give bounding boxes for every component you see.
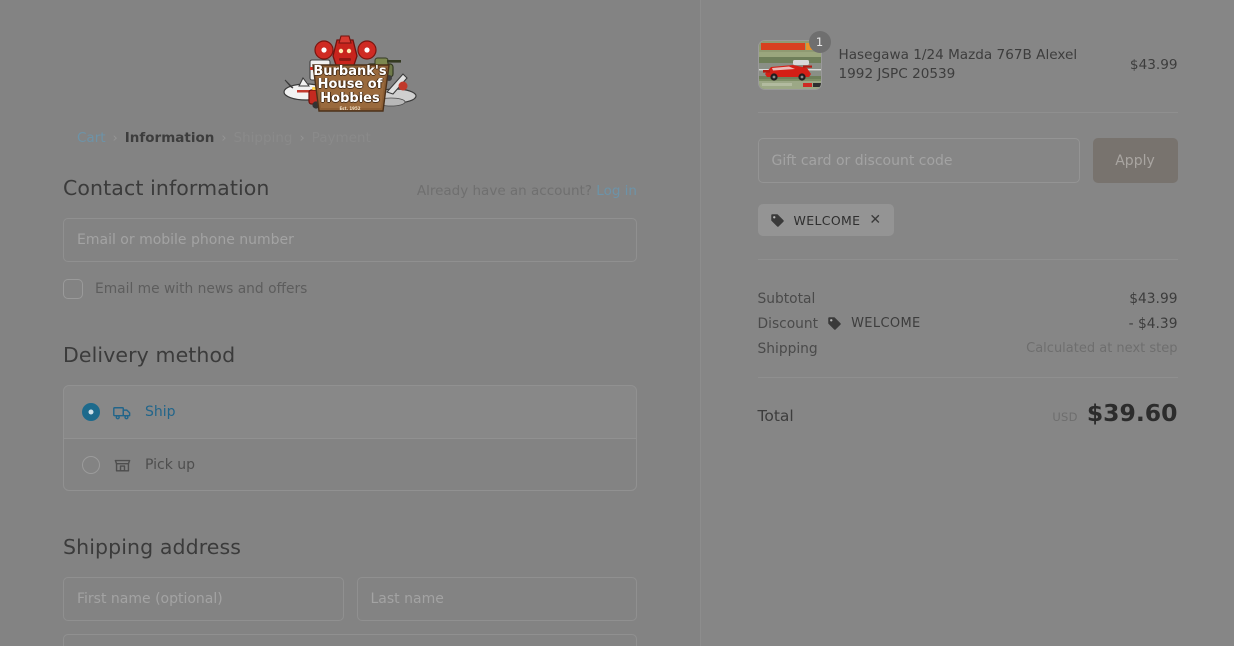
name-fields-row bbox=[63, 577, 637, 621]
breadcrumb-item-payment: Payment bbox=[311, 130, 371, 146]
account-prompt-text: Already have an account? bbox=[416, 183, 592, 199]
subtotal-value: $43.99 bbox=[1129, 290, 1178, 307]
subtotal-label: Subtotal bbox=[757, 290, 816, 307]
discount-code-input[interactable] bbox=[757, 138, 1080, 183]
chevron-right-icon: › bbox=[112, 130, 118, 146]
tag-icon bbox=[827, 316, 842, 331]
totals-row-shipping: Shipping Calculated at next step bbox=[758, 336, 1178, 361]
address-input[interactable] bbox=[63, 634, 637, 646]
totals-row-discount: Discount WELCOME - $4.39 bbox=[758, 311, 1178, 336]
order-line-item: 1 Hasegawa 1/24 Mazda 767B Alexel 1992 J… bbox=[757, 31, 1178, 112]
delivery-option-ship[interactable]: Ship bbox=[64, 386, 636, 438]
order-summary-panel: 1 Hasegawa 1/24 Mazda 767B Alexel 1992 J… bbox=[700, 0, 1234, 646]
checkout-page: Burbank's House of Hobbies Est. 1952 Car… bbox=[0, 0, 1234, 646]
apply-discount-button[interactable]: Apply bbox=[1092, 138, 1178, 183]
tag-icon bbox=[770, 213, 785, 228]
breadcrumb: Cart › Information › Shipping › Payment bbox=[63, 130, 637, 146]
discount-applied-code: WELCOME bbox=[851, 316, 921, 331]
first-name-input[interactable] bbox=[63, 577, 344, 621]
shipping-value: Calculated at next step bbox=[1026, 341, 1178, 356]
total-amount: $39.60 bbox=[1086, 399, 1178, 427]
store-logo[interactable]: Burbank's House of Hobbies Est. 1952 bbox=[63, 34, 637, 114]
account-prompt: Already have an account? Log in bbox=[417, 183, 637, 199]
storefront-icon bbox=[113, 455, 132, 474]
truck-icon bbox=[113, 403, 132, 422]
breadcrumb-item-cart[interactable]: Cart bbox=[77, 130, 106, 146]
discount-code-row: Apply bbox=[757, 113, 1178, 183]
remove-discount-icon[interactable]: ✕ bbox=[869, 213, 881, 227]
grand-total-row: Total USD $39.60 bbox=[758, 378, 1178, 427]
order-totals: Subtotal $43.99 Discount WELCOME - $4.39… bbox=[758, 260, 1178, 361]
contact-information-header: Contact information Already have an acco… bbox=[63, 176, 637, 200]
discount-value: - $4.39 bbox=[1128, 315, 1178, 332]
delivery-method-title: Delivery method bbox=[63, 343, 236, 367]
newsletter-checkbox[interactable] bbox=[63, 279, 83, 299]
checkout-main-column: Burbank's House of Hobbies Est. 1952 Car… bbox=[0, 0, 700, 646]
delivery-method-options: Ship Pick up bbox=[63, 385, 637, 491]
log-in-link[interactable]: Log in bbox=[596, 183, 637, 199]
chevron-right-icon: › bbox=[299, 130, 305, 146]
discount-label: Discount bbox=[757, 315, 819, 332]
product-thumbnail-wrap: 1 bbox=[757, 31, 831, 90]
ship-radio[interactable] bbox=[82, 403, 100, 421]
totals-row-subtotal: Subtotal $43.99 bbox=[758, 286, 1178, 311]
last-name-input[interactable] bbox=[356, 577, 637, 621]
product-title: Hasegawa 1/24 Mazda 767B Alexel 1992 JSP… bbox=[838, 46, 1078, 82]
shipping-address-title: Shipping address bbox=[63, 535, 242, 559]
newsletter-label: Email me with news and offers bbox=[95, 281, 308, 297]
product-price: $43.99 bbox=[1129, 57, 1178, 73]
pickup-label: Pick up bbox=[145, 456, 196, 473]
chevron-right-icon: › bbox=[221, 130, 227, 146]
applied-discount-welcome: WELCOME ✕ bbox=[757, 204, 894, 236]
shipping-label: Shipping bbox=[757, 340, 818, 357]
pickup-radio[interactable] bbox=[82, 455, 100, 474]
breadcrumb-item-shipping: Shipping bbox=[233, 130, 293, 146]
burbanks-house-of-hobbies-logo: Burbank's House of Hobbies Est. 1952 bbox=[279, 34, 421, 114]
breadcrumb-item-information: Information bbox=[124, 130, 215, 146]
quantity-badge: 1 bbox=[808, 31, 831, 53]
logo-artwork bbox=[283, 35, 417, 112]
ship-label: Ship bbox=[145, 404, 176, 420]
delivery-option-pickup[interactable]: Pick up bbox=[64, 438, 636, 490]
total-currency: USD bbox=[1052, 410, 1078, 424]
newsletter-opt-in-row[interactable]: Email me with news and offers bbox=[63, 279, 637, 299]
total-label: Total bbox=[757, 407, 794, 425]
applied-discount-code: WELCOME bbox=[793, 212, 861, 228]
email-or-phone-input[interactable] bbox=[63, 218, 637, 262]
contact-information-title: Contact information bbox=[63, 176, 270, 200]
